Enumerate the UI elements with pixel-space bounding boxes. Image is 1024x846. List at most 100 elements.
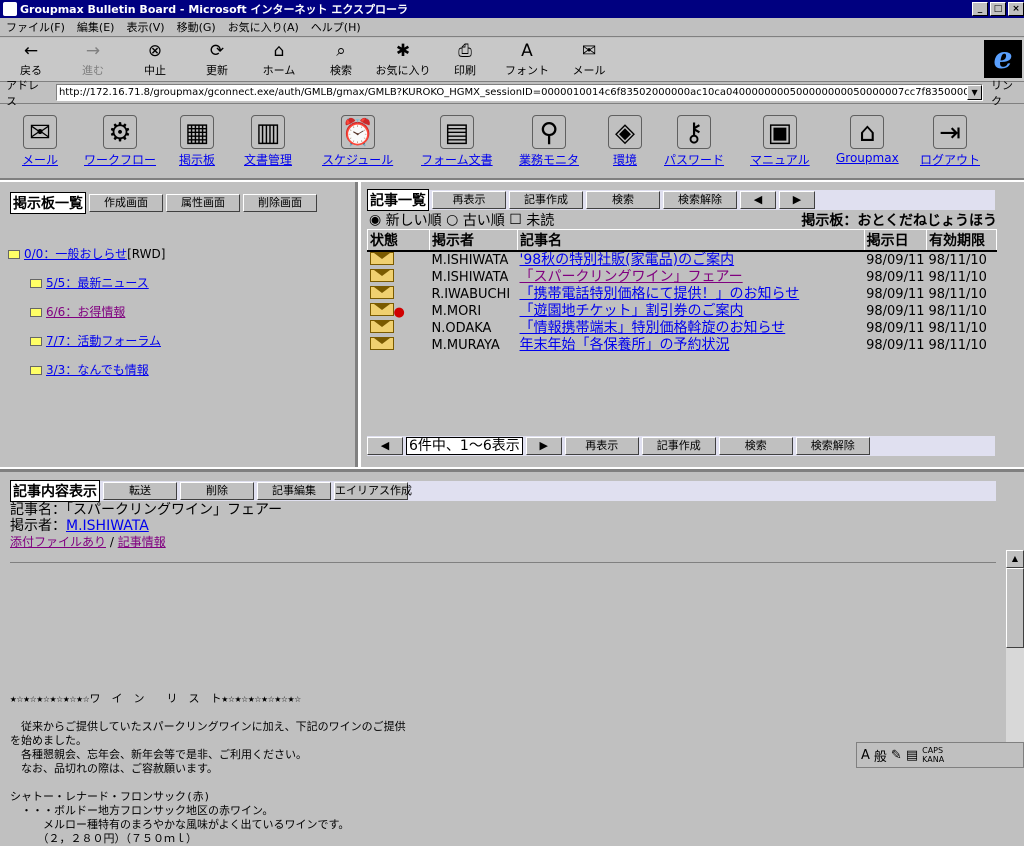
address-dropdown-icon[interactable]: ▼ [967, 85, 983, 100]
minimize-button[interactable]: _ [972, 2, 988, 16]
article-link[interactable]: 「携帯電話特別価格にて提供！」のお知らせ [520, 286, 800, 302]
nav-forms[interactable]: ▤ フォーム文書 [421, 115, 493, 168]
pager-redisplay-button[interactable]: 再表示 [564, 437, 639, 455]
delete-article-button[interactable]: 削除 [180, 482, 254, 500]
table-row[interactable]: M.ISHIWATA '98秋の特別社販(家電品)のご案内 98/09/11 98/1… [368, 251, 997, 269]
menu-file[interactable]: ファイル(F) [0, 19, 71, 35]
scroll-up-icon[interactable]: ▲ [1006, 550, 1024, 568]
board-link[interactable]: 0/0：一般おしらせ [24, 247, 127, 261]
pager-clear-search-button[interactable]: 検索解除 [795, 437, 870, 455]
folder-icon [30, 366, 42, 375]
table-row[interactable]: ● M.MORI 「遊園地チケット」割引券のご案内 98/09/11 98/11/10 [368, 303, 997, 320]
table-row[interactable]: N.ODAKA 「情報携帯端末」特別価格斡旋のお知らせ 98/09/11 98/11/… [368, 320, 997, 337]
nav-environment-label: 環境 [612, 153, 637, 167]
clear-search-button[interactable]: 検索解除 [663, 191, 737, 209]
attachment-link[interactable]: 添付ファイルあり [10, 535, 106, 549]
article-link[interactable]: 「情報携帯端末」特別価格斡旋のお知らせ [520, 320, 786, 336]
refresh-button[interactable]: ⟳ 更新 [186, 41, 248, 78]
favorites-button[interactable]: ✱ お気に入り [372, 41, 434, 78]
table-row[interactable]: M.MURAYA 年末年始「各保養所」の予約状況 98/09/11 98/11/10 [368, 337, 997, 354]
article-info-link[interactable]: 記事情報 [118, 535, 166, 549]
forward-article-button[interactable]: 転送 [103, 482, 177, 500]
menu-view[interactable]: 表示(V) [120, 19, 170, 35]
font-button[interactable]: A フォント [496, 41, 558, 78]
address-label: アドレス [6, 78, 39, 108]
ime-a[interactable]: A [861, 748, 870, 763]
unread-checkbox[interactable]: ☐ [509, 212, 522, 228]
row-author: M.MURAYA [431, 338, 500, 353]
poster-link[interactable]: M.ISHIWATA [66, 518, 149, 534]
vertical-scrollbar[interactable]: ▲ [1006, 550, 1024, 768]
pager-create-button[interactable]: 記事作成 [641, 437, 716, 455]
ime-mode[interactable]: 般 [874, 746, 887, 765]
attribute-screen-button[interactable]: 属性画面 [166, 194, 240, 212]
address-bar: アドレス http://172.16.71.8/groupmax/gconnec… [0, 79, 1024, 108]
article-link[interactable]: 年末年始「各保養所」の予約状況 [520, 337, 730, 353]
pager-bar: ◀ 6件中、1～6表示 ▶ 再表示 記事作成 検索 検索解除 [367, 436, 995, 456]
ime-dictionary-icon[interactable]: ▤ [906, 748, 918, 763]
create-screen-button[interactable]: 作成画面 [89, 194, 163, 212]
board-link[interactable]: 7/7：活動フォーラム [46, 334, 161, 348]
edit-article-button[interactable]: 記事編集 [257, 482, 331, 500]
board-list-title: 掲示板一覧 [10, 192, 86, 214]
table-row[interactable]: R.IWABUCHI 「携帯電話特別価格にて提供！」のお知らせ 98/09/11 98… [368, 286, 997, 303]
row-author: M.ISHIWATA [431, 270, 509, 285]
search-button[interactable]: ⌕ 検索 [310, 41, 372, 78]
maximize-button[interactable]: □ [990, 2, 1006, 16]
sort-new-radio[interactable]: ◉ [369, 212, 381, 228]
nav-mail-label: メール [22, 153, 59, 167]
address-input[interactable]: http://172.16.71.8/groupmax/gconnect.exe… [55, 84, 984, 101]
search-icon: ⌕ [336, 41, 346, 61]
row-expires: 98/11/10 [928, 338, 987, 353]
article-link[interactable]: 「スパークリングワイン」フェアー [520, 269, 743, 285]
next-page-button[interactable]: ▶ [779, 191, 815, 209]
forward-button[interactable]: → 進む [62, 41, 124, 78]
mail-label: メール [572, 64, 606, 77]
menu-favorites[interactable]: お気に入り(A) [222, 19, 305, 35]
back-button[interactable]: ← 戻る [0, 41, 62, 78]
create-alias-button[interactable]: エイリアス作成 [334, 482, 412, 500]
nav-groupmax[interactable]: ⌂ Groupmax [836, 115, 899, 165]
close-button[interactable]: × [1008, 2, 1024, 16]
stop-button[interactable]: ⊗ 中止 [124, 41, 186, 78]
nav-monitor[interactable]: ⚲ 業務モニタ [519, 115, 579, 168]
create-article-button[interactable]: 記事作成 [509, 191, 583, 209]
links-button[interactable]: リンク [983, 77, 1024, 109]
menu-go[interactable]: 移動(G) [171, 19, 222, 35]
board-link[interactable]: 3/3：なんでも情報 [46, 363, 149, 377]
pager-prev-button[interactable]: ◀ [367, 437, 403, 455]
nav-mail[interactable]: ✉ メール [22, 115, 58, 168]
board-link[interactable]: 5/5：最新ニュース [46, 276, 149, 290]
article-link[interactable]: '98秋の特別社販(家電品)のご案内 [520, 252, 735, 268]
envelope-icon [369, 337, 394, 350]
menu-help[interactable]: ヘルプ(H) [305, 19, 367, 35]
nav-schedule[interactable]: ⏰ スケジュール [322, 115, 393, 168]
sort-old-radio[interactable]: ○ [446, 212, 458, 228]
mail-button[interactable]: ✉ メール [558, 41, 620, 78]
print-button[interactable]: ⎙ 印刷 [434, 41, 496, 78]
nav-password[interactable]: ⚷ パスワード [664, 115, 724, 168]
favorites-icon: ✱ [395, 41, 411, 61]
nav-manual[interactable]: ▣ マニュアル [750, 115, 810, 168]
nav-environment[interactable]: ◈ 環境 [608, 115, 642, 168]
table-row[interactable]: M.ISHIWATA 「スパークリングワイン」フェアー 98/09/11 98/11/… [368, 269, 997, 286]
nav-documents[interactable]: ▥ 文書管理 [244, 115, 292, 168]
nav-logout[interactable]: ⇥ ログアウト [920, 115, 980, 168]
search-article-button[interactable]: 検索 [586, 191, 660, 209]
article-detail-pane: 記事内容表示 転送 削除 記事編集 エイリアス作成 記事名：「スパークリングワイ… [0, 469, 1024, 845]
board-link[interactable]: 6/6：お得情報 [46, 305, 125, 319]
prev-page-button[interactable]: ◀ [740, 191, 776, 209]
nav-workflow[interactable]: ⚙ ワークフロー [84, 115, 156, 168]
redisplay-button[interactable]: 再表示 [432, 191, 506, 209]
home-button[interactable]: ⌂ ホーム [248, 41, 310, 78]
pager-next-button[interactable]: ▶ [525, 437, 562, 455]
menu-edit[interactable]: 編集(E) [71, 19, 121, 35]
delete-screen-button[interactable]: 削除画面 [243, 194, 317, 212]
article-link[interactable]: 「遊園地チケット」割引券のご案内 [520, 303, 744, 319]
scroll-thumb[interactable] [1006, 568, 1024, 648]
nav-bulletin[interactable]: ▦ 掲示板 [179, 115, 215, 168]
ime-pad-icon[interactable]: ✎ [891, 748, 902, 763]
mailbox-icon: ✉ [23, 115, 57, 149]
pager-search-button[interactable]: 検索 [718, 437, 793, 455]
browser-toolbar: ← 戻る → 進む ⊗ 中止 ⟳ 更新 ⌂ ホーム ⌕ 検索 ✱ お気に入り ⎙ 印刷 A フォン… [0, 38, 1024, 82]
